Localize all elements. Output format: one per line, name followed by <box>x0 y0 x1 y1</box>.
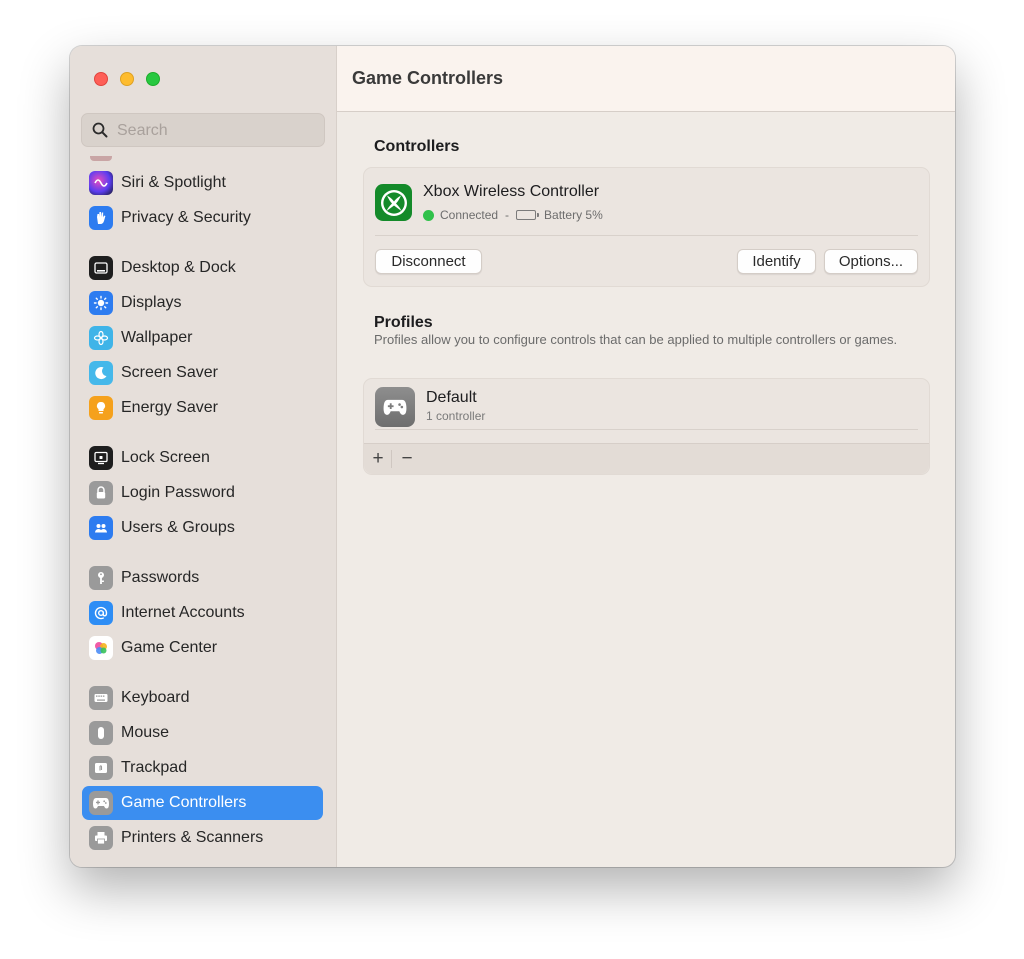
search-icon <box>92 122 108 138</box>
sidebar-item-label: Keyboard <box>121 689 190 706</box>
add-profile-button[interactable]: + <box>366 447 390 471</box>
sidebar-item-privacy-security[interactable]: Privacy & Security <box>82 201 323 235</box>
close-window-button[interactable] <box>94 72 108 86</box>
profile-subtitle: 1 controller <box>426 409 486 423</box>
sidebar-item-label: Screen Saver <box>121 364 218 381</box>
trackpad-icon <box>89 756 113 780</box>
xbox-icon <box>375 184 412 221</box>
sidebar-item-label: Trackpad <box>121 759 188 776</box>
profiles-list: Default 1 controller + − <box>363 378 930 475</box>
gamepad-icon <box>375 387 415 427</box>
sun-icon <box>89 291 113 315</box>
sidebar-item-passwords[interactable]: Passwords <box>82 561 323 595</box>
main-pane: Game Controllers Controllers Xbox Wirele… <box>337 46 955 867</box>
connected-indicator-icon <box>423 209 434 221</box>
sidebar-item-siri-spotlight[interactable]: Siri & Spotlight <box>82 166 323 200</box>
card-divider <box>375 235 918 236</box>
padlock-icon <box>89 481 113 505</box>
sidebar-item-printers-scanners[interactable]: Printers & Scanners <box>82 821 323 855</box>
sidebar-item-energy-saver[interactable]: Energy Saver <box>82 391 323 425</box>
identify-button[interactable]: Identify <box>737 249 816 274</box>
sidebar-item-label: Printers & Scanners <box>121 829 264 846</box>
lock-screen-icon <box>89 446 113 470</box>
sidebar-item-game-center[interactable]: Game Center <box>82 631 323 665</box>
status-separator: - <box>505 208 510 222</box>
controller-card: Xbox Wireless Controller Connected - Bat… <box>363 167 930 287</box>
battery-status: Battery 5% <box>544 208 603 222</box>
sidebar-item-displays[interactable]: Displays <box>82 286 323 320</box>
controllers-heading: Controllers <box>374 138 460 155</box>
sidebar-item-lock-screen[interactable]: Lock Screen <box>82 441 323 475</box>
remove-profile-button[interactable]: − <box>395 447 419 471</box>
sidebar-item-label: Lock Screen <box>121 449 210 466</box>
options-button[interactable]: Options... <box>824 249 918 274</box>
sidebar-item-keyboard[interactable]: Keyboard <box>82 681 323 715</box>
siri-icon <box>89 171 113 195</box>
profiles-description: Profiles allow you to configure controls… <box>374 332 898 347</box>
keyboard-icon <box>89 686 113 710</box>
sidebar-item-label: Users & Groups <box>121 519 235 536</box>
flower-icon <box>89 326 113 350</box>
minimize-window-button[interactable] <box>120 72 134 86</box>
mouse-icon <box>89 721 113 745</box>
sidebar-item-label: Game Controllers <box>121 794 247 811</box>
sidebar-item-label: Passwords <box>121 569 200 586</box>
sidebar-item-users-groups[interactable]: Users & Groups <box>82 511 323 545</box>
at-sign-icon <box>89 601 113 625</box>
sidebar-item-label: Mouse <box>121 724 170 741</box>
profiles-heading: Profiles <box>374 314 433 331</box>
sidebar: Siri & Spotlight Privacy & Security Desk… <box>70 46 337 867</box>
sidebar-item-internet-accounts[interactable]: Internet Accounts <box>82 596 323 630</box>
profile-divider <box>375 429 918 430</box>
dock-icon <box>89 256 113 280</box>
key-icon <box>89 566 113 590</box>
sidebar-item-label: Siri & Spotlight <box>121 174 226 191</box>
printer-icon <box>89 826 113 850</box>
search-field[interactable] <box>81 113 325 148</box>
page-title: Game Controllers <box>352 68 504 88</box>
sidebar-item-label: Login Password <box>121 484 235 501</box>
sidebar-item-label: Internet Accounts <box>121 604 245 621</box>
sidebar-item-desktop-dock[interactable]: Desktop & Dock <box>82 251 323 285</box>
zoom-window-button[interactable] <box>146 72 160 86</box>
sidebar-item-mouse[interactable]: Mouse <box>82 716 323 750</box>
clipped-sidebar-icon <box>90 156 112 161</box>
sidebar-item-trackpad[interactable]: Trackpad <box>82 751 323 785</box>
sidebar-item-label: Privacy & Security <box>121 209 251 226</box>
sidebar-item-label: Wallpaper <box>121 329 193 346</box>
sidebar-item-wallpaper[interactable]: Wallpaper <box>82 321 323 355</box>
window-controls <box>94 72 160 86</box>
sidebar-item-label: Displays <box>121 294 182 311</box>
search-input[interactable] <box>115 114 319 148</box>
sidebar-item-label: Game Center <box>121 639 218 656</box>
profile-name: Default <box>426 389 477 406</box>
profile-add-remove-bar: + − <box>364 443 929 474</box>
settings-window: Siri & Spotlight Privacy & Security Desk… <box>70 46 955 867</box>
controller-name: Xbox Wireless Controller <box>423 183 600 200</box>
gamepad-icon <box>89 791 113 815</box>
users-icon <box>89 516 113 540</box>
bulb-icon <box>89 396 113 420</box>
sidebar-item-label: Energy Saver <box>121 399 218 416</box>
sidebar-item-label: Desktop & Dock <box>121 259 236 276</box>
disconnect-button[interactable]: Disconnect <box>375 249 482 274</box>
game-center-icon <box>89 636 113 660</box>
button-separator <box>391 450 392 468</box>
hand-icon <box>89 206 113 230</box>
sidebar-item-screen-saver[interactable]: Screen Saver <box>82 356 323 390</box>
moon-icon <box>89 361 113 385</box>
battery-icon <box>516 210 540 220</box>
sidebar-item-game-controllers[interactable]: Game Controllers <box>82 786 323 820</box>
controller-status: Connected - Battery 5% <box>423 208 603 222</box>
connection-status: Connected <box>440 208 499 222</box>
sidebar-item-login-password[interactable]: Login Password <box>82 476 323 510</box>
titlebar: Game Controllers <box>337 46 955 112</box>
